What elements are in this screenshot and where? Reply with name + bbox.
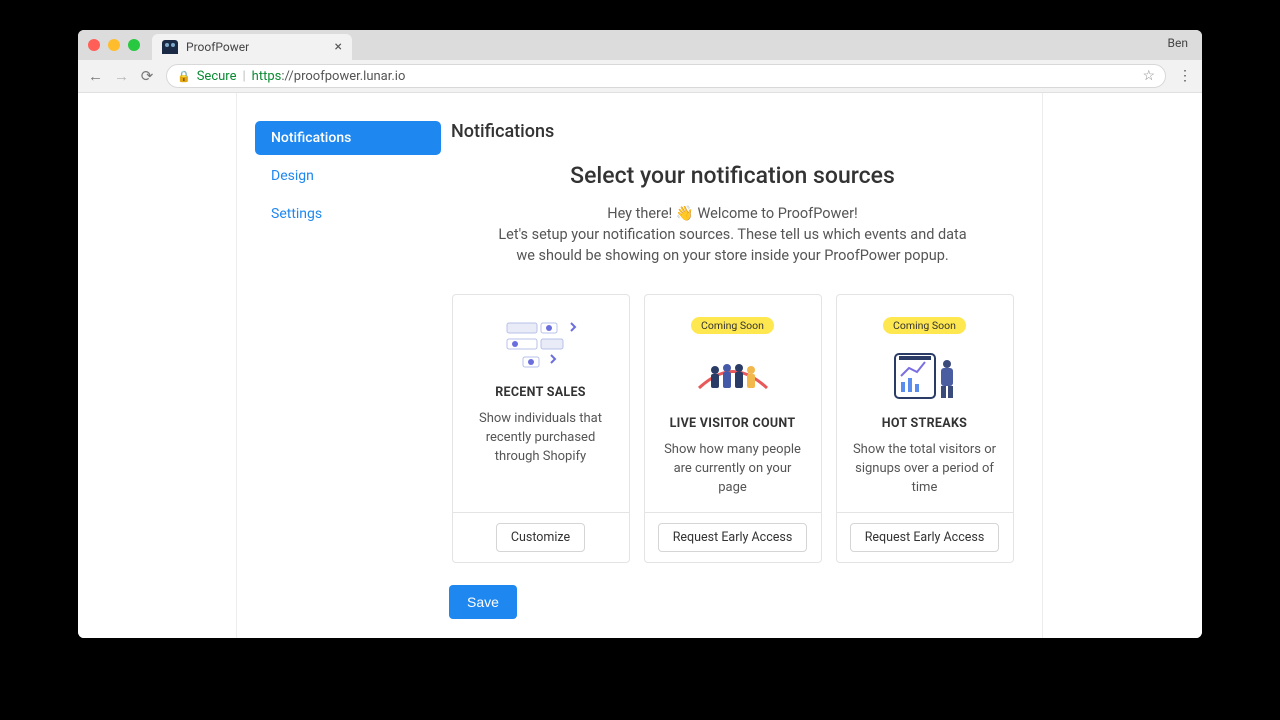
customize-button[interactable]: Customize (496, 523, 585, 552)
browser-window: ProofPower × Ben ← → ⟳ 🔒 Secure | https:… (78, 30, 1202, 638)
window-zoom-icon[interactable] (128, 39, 140, 51)
card-title: LIVE VISITOR COUNT (670, 416, 796, 431)
profile-label[interactable]: Ben (1168, 36, 1188, 50)
bookmark-star-icon[interactable]: ☆ (1142, 68, 1155, 84)
coming-soon-badge: Coming Soon (691, 317, 774, 334)
card-description: Show the total visitors or signups over … (851, 441, 999, 498)
separator: | (242, 69, 245, 84)
request-access-button[interactable]: Request Early Access (850, 523, 1000, 552)
viewport: Notifications Design Settings Notificati… (78, 93, 1202, 638)
card-live-visitor-count: Coming Soon (644, 294, 822, 563)
sidebar: Notifications Design Settings (255, 121, 441, 563)
request-access-button[interactable]: Request Early Access (658, 523, 808, 552)
recent-sales-illustration-icon (501, 317, 581, 373)
back-icon[interactable]: ← (88, 67, 102, 85)
card-recent-sales: RECENT SALES Show individuals that recen… (452, 294, 630, 563)
kebab-menu-icon[interactable]: ⋮ (1178, 68, 1192, 84)
hero-title: Select your notification sources (451, 162, 1014, 189)
tab-close-icon[interactable]: × (335, 39, 342, 55)
url-input[interactable]: 🔒 Secure | https://proofpower.lunar.io ☆ (166, 64, 1166, 88)
card-hot-streaks: Coming Soon (836, 294, 1014, 563)
card-description: Show individuals that recently purchased… (467, 410, 615, 467)
coming-soon-badge: Coming Soon (883, 317, 966, 334)
sidebar-item-notifications[interactable]: Notifications (255, 121, 441, 155)
tab-bar: ProofPower × Ben (78, 30, 1202, 60)
card-description: Show how many people are currently on yo… (659, 441, 807, 498)
window-minimize-icon[interactable] (108, 39, 120, 51)
card-title: HOT STREAKS (882, 416, 967, 431)
sidebar-item-label: Design (271, 168, 314, 184)
card-title: RECENT SALES (495, 385, 586, 400)
sidebar-item-design[interactable]: Design (255, 159, 441, 193)
address-bar: ← → ⟳ 🔒 Secure | https://proofpower.luna… (78, 60, 1202, 93)
save-button[interactable]: Save (449, 585, 517, 619)
window-close-icon[interactable] (88, 39, 100, 51)
secure-label: Secure (197, 69, 237, 84)
main-content: Notifications Select your notification s… (441, 121, 1024, 563)
card-row: RECENT SALES Show individuals that recen… (451, 294, 1014, 563)
favicon-icon (162, 40, 178, 54)
url-text: https://proofpower.lunar.io (252, 69, 406, 84)
hero-subtitle: Hey there! 👋 Welcome to ProofPower!Let's… (493, 203, 973, 266)
sidebar-item-label: Notifications (271, 130, 351, 146)
lock-icon: 🔒 (177, 70, 191, 83)
page-heading: Notifications (451, 121, 1014, 142)
app-panel: Notifications Design Settings Notificati… (236, 93, 1043, 638)
sidebar-item-label: Settings (271, 206, 322, 222)
reload-icon[interactable]: ⟳ (140, 67, 154, 85)
browser-tab[interactable]: ProofPower × (152, 34, 352, 60)
live-visitors-illustration-icon (693, 348, 773, 404)
forward-icon: → (114, 67, 128, 85)
tab-title: ProofPower (186, 40, 249, 54)
hot-streaks-illustration-icon (885, 348, 965, 404)
traffic-lights (88, 39, 140, 51)
sidebar-item-settings[interactable]: Settings (255, 197, 441, 231)
